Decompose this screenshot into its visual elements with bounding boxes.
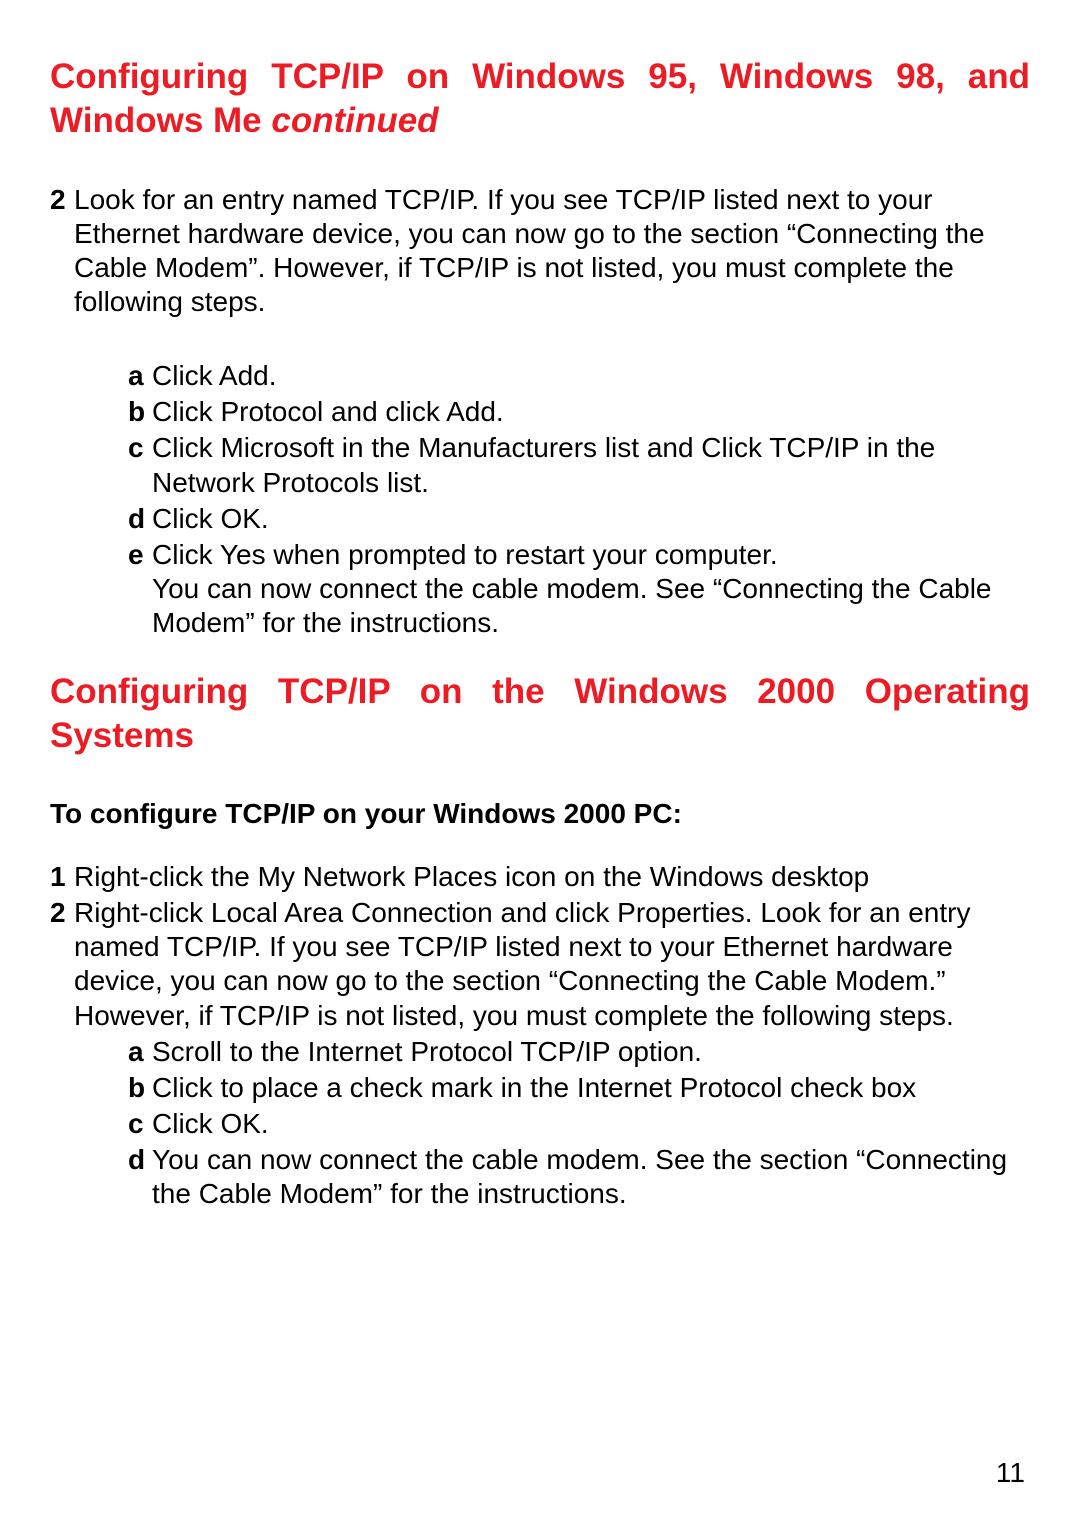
- substep-letter: e: [128, 538, 152, 640]
- step-number: 2: [50, 896, 74, 1033]
- heading-win2000: Configuring TCP/IP on the Windows 2000 O…: [50, 670, 1030, 758]
- list-item: c Click Microsoft in the Manufacturers l…: [128, 431, 1030, 499]
- substep-letter: b: [128, 395, 152, 429]
- step-text: Right-click Local Area Connection and cl…: [74, 896, 1030, 1033]
- list-item: c Click OK.: [128, 1107, 1030, 1141]
- sub-list-b: a Scroll to the Internet Protocol TCP/IP…: [128, 1035, 1030, 1212]
- substep-text-line2: You can now connect the cable modem. See…: [152, 572, 1030, 640]
- subheading-win2000: To configure TCP/IP on your Windows 2000…: [50, 798, 1030, 830]
- list-item: a Click Add.: [128, 359, 1030, 393]
- substep-text: Click Add.: [152, 359, 1030, 393]
- substep-letter: a: [128, 359, 152, 393]
- substep-text: Click Protocol and click Add.: [152, 395, 1030, 429]
- step-number: 2: [50, 183, 74, 320]
- heading-win95: Configuring TCP/IP on Windows 95, Window…: [50, 55, 1030, 143]
- step-text: Look for an entry named TCP/IP. If you s…: [74, 183, 1030, 320]
- list-item: d Click OK.: [128, 502, 1030, 536]
- list-item: b Click to place a check mark in the Int…: [128, 1071, 1030, 1105]
- substep-letter: b: [128, 1071, 152, 1105]
- page-number: 11: [996, 1457, 1025, 1489]
- list-item: b Click Protocol and click Add.: [128, 395, 1030, 429]
- list-item: e Click Yes when prompted to restart you…: [128, 538, 1030, 640]
- heading-win95-continued: continued: [271, 101, 438, 140]
- substep-letter: c: [128, 431, 152, 499]
- substep-letter: d: [128, 1143, 152, 1211]
- substep-text: Click OK.: [152, 1107, 1030, 1141]
- list-item: d You can now connect the cable modem. S…: [128, 1143, 1030, 1211]
- sub-list-a: a Click Add. b Click Protocol and click …: [128, 359, 1030, 640]
- substep-text: Scroll to the Internet Protocol TCP/IP o…: [152, 1035, 1030, 1069]
- substep-text: Click Microsoft in the Manufacturers lis…: [152, 431, 1030, 499]
- list-item: 2 Look for an entry named TCP/IP. If you…: [50, 183, 1030, 320]
- list-item: 2 Right-click Local Area Connection and …: [50, 896, 1030, 1033]
- step-number: 1: [50, 860, 74, 894]
- substep-letter: c: [128, 1107, 152, 1141]
- list-item: 1 Right-click the My Network Places icon…: [50, 860, 1030, 894]
- substep-letter: d: [128, 502, 152, 536]
- heading-win95-main: Configuring TCP/IP on Windows 95, Window…: [50, 57, 1030, 140]
- page-container: Configuring TCP/IP on Windows 95, Window…: [0, 0, 1080, 1529]
- list-item: a Scroll to the Internet Protocol TCP/IP…: [128, 1035, 1030, 1069]
- substep-text-line1: Click Yes when prompted to restart your …: [152, 539, 778, 570]
- substep-text: Click Yes when prompted to restart your …: [152, 538, 1030, 640]
- substep-text: Click to place a check mark in the Inter…: [152, 1071, 1030, 1105]
- substep-letter: a: [128, 1035, 152, 1069]
- substep-text: Click OK.: [152, 502, 1030, 536]
- substep-text: You can now connect the cable modem. See…: [152, 1143, 1030, 1211]
- step-text: Right-click the My Network Places icon o…: [74, 860, 1030, 894]
